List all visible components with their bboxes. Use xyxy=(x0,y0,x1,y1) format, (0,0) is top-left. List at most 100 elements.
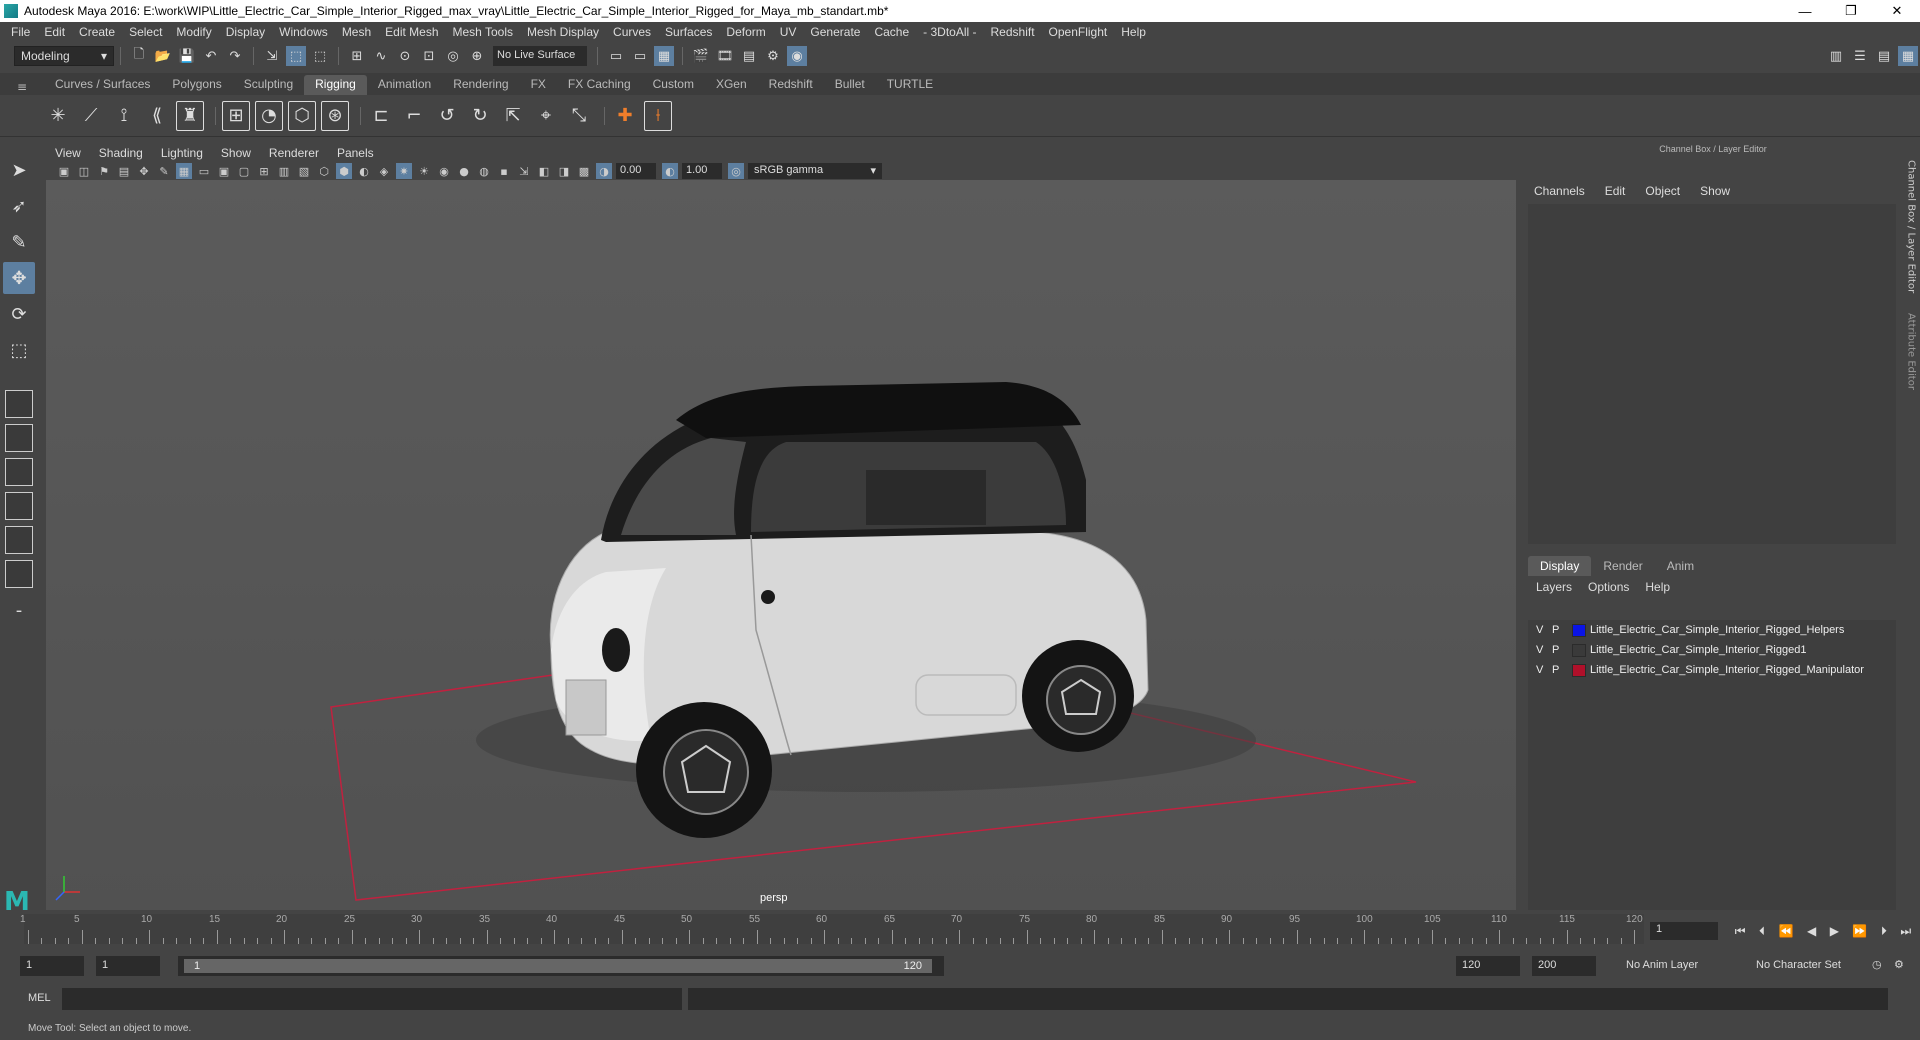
channel-box-menu-edit[interactable]: Edit xyxy=(1595,184,1636,202)
animation-end-field[interactable]: 200 xyxy=(1532,956,1596,976)
go-to-start-icon[interactable]: ⏮ xyxy=(1735,924,1746,939)
layer-menu-layers[interactable]: Layers xyxy=(1528,580,1580,598)
layer-playback-toggle[interactable]: P xyxy=(1552,664,1568,676)
shelf-tab-turtle[interactable]: TURTLE xyxy=(876,75,944,95)
panel-menu-shading[interactable]: Shading xyxy=(90,146,152,160)
joint-tool-icon[interactable]: ✳ xyxy=(44,101,72,131)
scale-constraint-icon[interactable]: ⇱ xyxy=(499,101,527,131)
isolate-select-icon[interactable]: ⇲ xyxy=(516,163,532,179)
move-tool-icon[interactable]: ✥ xyxy=(3,262,35,294)
more-layouts-icon[interactable]: - xyxy=(3,594,35,626)
persp-outliner-layout-icon[interactable] xyxy=(5,492,33,520)
animation-start-field[interactable]: 1 xyxy=(20,956,84,976)
save-scene-icon[interactable]: 💾 xyxy=(177,46,197,66)
grease-pencil-icon[interactable]: ✎ xyxy=(156,163,172,179)
snap-surface-icon[interactable]: ◎ xyxy=(443,46,463,66)
layer-tab-anim[interactable]: Anim xyxy=(1655,556,1706,576)
film-gate-icon[interactable]: ▭ xyxy=(196,163,212,179)
restore-button[interactable]: ❐ xyxy=(1828,0,1874,22)
parent-constraint-icon[interactable]: ⊏ xyxy=(367,101,395,131)
menu-display[interactable]: Display xyxy=(219,25,272,39)
perspective-viewport[interactable]: persp xyxy=(46,180,1516,910)
step-forward-icon[interactable]: ⏵ xyxy=(1881,924,1887,939)
select-component-icon[interactable]: ⬚ xyxy=(310,46,330,66)
shelf-tab-animation[interactable]: Animation xyxy=(367,75,442,95)
layer-tab-display[interactable]: Display xyxy=(1528,556,1592,576)
view-transform-dropdown[interactable]: sRGB gamma ▾ xyxy=(748,163,882,179)
preferences-icon[interactable]: ⚙ xyxy=(1892,956,1912,976)
render-view-icon[interactable]: 🎬 xyxy=(691,46,711,66)
exposure-icon[interactable]: ◑ xyxy=(596,163,612,179)
layer-visibility-toggle[interactable]: V xyxy=(1536,624,1552,636)
persp-graph-layout-icon[interactable] xyxy=(5,526,33,554)
screen-space-ao-icon[interactable]: ◉ xyxy=(436,163,452,179)
menu-surfaces[interactable]: Surfaces xyxy=(658,25,719,39)
xray-icon[interactable]: ◧ xyxy=(536,163,552,179)
menu-select[interactable]: Select xyxy=(122,25,169,39)
menu-mesh-tools[interactable]: Mesh Tools xyxy=(446,25,520,39)
menu-curves[interactable]: Curves xyxy=(606,25,658,39)
close-button[interactable]: ✕ xyxy=(1874,0,1920,22)
layer-visibility-toggle[interactable]: V xyxy=(1536,644,1552,656)
menu-generate[interactable]: Generate xyxy=(803,25,867,39)
shadows-icon[interactable]: ☀ xyxy=(416,163,432,179)
play-forward-icon[interactable]: ▶ xyxy=(1830,924,1839,938)
four-view-layout-icon[interactable] xyxy=(5,424,33,452)
menu-3dtoall[interactable]: - 3DtoAll - xyxy=(916,25,983,39)
cluster-icon[interactable]: ◔ xyxy=(255,100,283,131)
snap-curve-icon[interactable]: ∿ xyxy=(371,46,391,66)
panel-menu-renderer[interactable]: Renderer xyxy=(260,146,328,160)
motion-blur-icon[interactable]: ● xyxy=(456,163,472,179)
playback-end-field[interactable]: 120 xyxy=(1456,956,1520,976)
attribute-editor-side-tab[interactable]: Attribute Editor xyxy=(1902,306,1920,396)
rotate-tool-icon[interactable]: ⟳ xyxy=(3,298,35,330)
layer-color-swatch[interactable] xyxy=(1572,643,1586,657)
shelf-tab-xgen[interactable]: XGen xyxy=(705,75,758,95)
shelf-tab-curves-surfaces[interactable]: Curves / Surfaces xyxy=(44,75,161,95)
two-d-pan-icon[interactable]: ✥ xyxy=(136,163,152,179)
select-tool-icon[interactable]: ➤ xyxy=(3,154,35,186)
shelf-tab-redshift[interactable]: Redshift xyxy=(758,75,824,95)
xray-joints-icon[interactable]: ◨ xyxy=(556,163,572,179)
hypershade-layout-icon[interactable] xyxy=(5,560,33,588)
tangent-constraint-icon[interactable]: ⤡ xyxy=(565,101,593,131)
paint-select-icon[interactable]: ✎ xyxy=(3,226,35,258)
menu-file[interactable]: File xyxy=(4,25,37,39)
mel-label[interactable]: MEL xyxy=(28,992,51,1004)
new-scene-icon[interactable]: 🗋 xyxy=(129,46,149,66)
ik-handle-icon[interactable]: ⟋ xyxy=(77,101,105,131)
channel-box-area[interactable] xyxy=(1528,204,1896,544)
resolution-gate-icon[interactable]: ▣ xyxy=(216,163,232,179)
shelf-tab-fx[interactable]: FX xyxy=(520,75,557,95)
scale-tool-icon[interactable]: ⬚ xyxy=(3,334,35,366)
locator-icon[interactable]: ✚ xyxy=(611,101,639,131)
shelf-tab-polygons[interactable]: Polygons xyxy=(161,75,232,95)
snap-view-icon[interactable]: ⊡ xyxy=(419,46,439,66)
gate-mask-icon[interactable]: ▢ xyxy=(236,163,252,179)
menu-set-dropdown[interactable]: Modeling ▾ xyxy=(14,46,114,66)
wrap-deformer-icon[interactable]: ⬡ xyxy=(288,100,316,131)
ik-spline-icon[interactable]: ⟟ xyxy=(110,101,138,131)
character-set-dropdown[interactable]: No Character Set xyxy=(1750,956,1868,976)
layer-row[interactable]: V P Little_Electric_Car_Simple_Interior_Ri… xyxy=(1528,660,1896,680)
shelf-tab-rigging[interactable]: Rigging xyxy=(304,75,367,95)
insert-joint-icon[interactable]: ⟪ xyxy=(143,101,171,131)
multisample-aa-icon[interactable]: ◍ xyxy=(476,163,492,179)
menu-help[interactable]: Help xyxy=(1114,25,1153,39)
bind-skin-icon[interactable]: ♜ xyxy=(176,100,204,131)
layer-row[interactable]: V P Little_Electric_Car_Simple_Interior_Ri… xyxy=(1528,640,1896,660)
input-ops-icon[interactable]: ▭ xyxy=(606,46,626,66)
range-slider[interactable]: 1 120 xyxy=(178,956,944,976)
grid-toggle-icon[interactable]: ▦ xyxy=(176,163,192,179)
camera-select-icon[interactable]: ▣ xyxy=(56,163,72,179)
menu-deform[interactable]: Deform xyxy=(719,25,772,39)
tool-settings-icon[interactable]: ▤ xyxy=(1874,46,1894,66)
mel-command-input[interactable] xyxy=(62,988,682,1010)
menu-windows[interactable]: Windows xyxy=(272,25,335,39)
camera-attr-icon[interactable]: ◫ xyxy=(76,163,92,179)
panel-menu-lighting[interactable]: Lighting xyxy=(152,146,212,160)
layer-tab-render[interactable]: Render xyxy=(1591,556,1654,576)
field-chart-icon[interactable]: ⊞ xyxy=(256,163,272,179)
lattice-icon[interactable]: ⊞ xyxy=(222,100,250,131)
layer-color-swatch[interactable] xyxy=(1572,623,1586,637)
